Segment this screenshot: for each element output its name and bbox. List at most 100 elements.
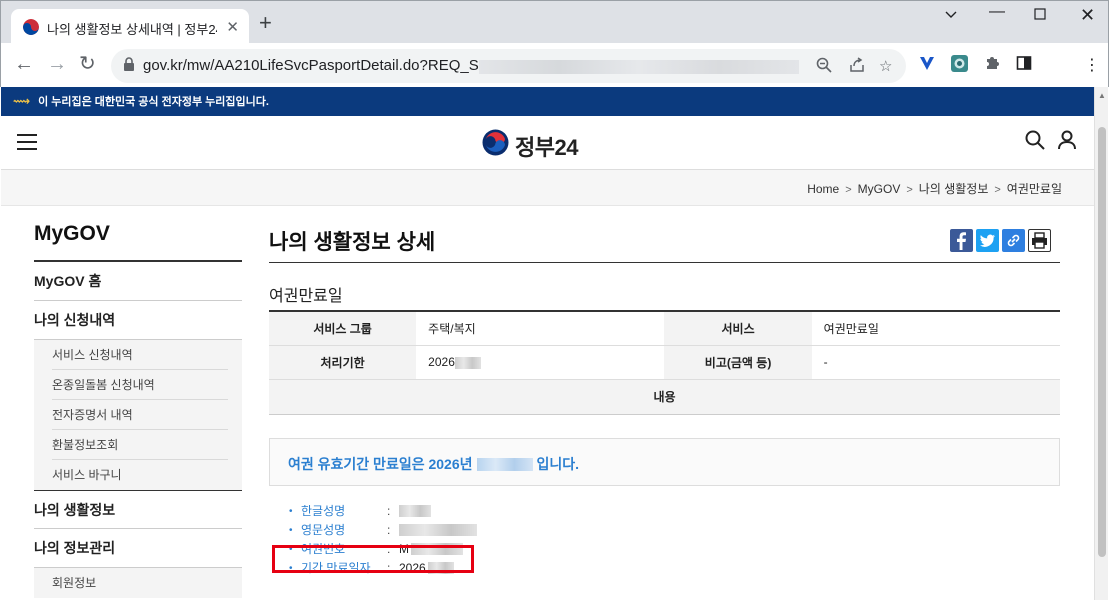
redacted-value <box>454 356 481 369</box>
url-text: gov.kr/mw/AA210LifeSvcPasportDetail.do?R… <box>143 57 510 74</box>
lock-icon[interactable] <box>123 57 135 77</box>
page-viewport: ⟿ 이 누리집은 대한민국 공식 전자정부 누리집입니다. 정부24 Home >… <box>1 87 1108 600</box>
content-header-cell: 내용 <box>269 379 1060 415</box>
extension-globe-icon[interactable] <box>951 55 968 77</box>
gov-official-banner: ⟿ 이 누리집은 대한민국 공식 전자정부 누리집입니다. <box>1 87 1108 116</box>
table-cell: - <box>811 345 1060 380</box>
browser-toolbar: ← → ↻ gov.kr/mw/AA210LifeSvcPasportDetai… <box>0 43 1109 87</box>
sidebar-subitem[interactable]: 서비스 바구니 <box>52 460 228 490</box>
main-content: 나의 생활정보 상세 여권만료일 서비스 그룹 주택/복지 서비스 여권만료일 … <box>269 212 1060 578</box>
tab-close-icon[interactable]: ✕ <box>226 18 239 36</box>
browser-menu-icon[interactable]: ⋮ <box>1084 55 1100 75</box>
redacted-url-part <box>479 60 799 74</box>
tab-search-chevron-icon[interactable] <box>945 6 957 24</box>
detail-colon: : <box>387 522 391 537</box>
sidebar-subitem[interactable]: 전자증명서 내역 <box>52 400 228 430</box>
redacted-value <box>399 524 477 537</box>
breadcrumb-chevron-icon: > <box>906 184 913 196</box>
breadcrumb-home[interactable]: Home <box>807 182 839 196</box>
breadcrumb-chevron-icon: > <box>845 184 852 196</box>
back-icon[interactable]: ← <box>14 52 34 76</box>
bookmark-star-icon[interactable]: ☆ <box>879 57 892 75</box>
sidebar-submenu-info-management: 회원정보 <box>34 568 242 598</box>
page-scrollbar[interactable]: ▲ <box>1094 87 1108 600</box>
forward-icon[interactable]: → <box>47 52 67 76</box>
scrollbar-thumb[interactable] <box>1098 127 1106 557</box>
notice-text-prefix: 여권 유효기간 만료일은 2026년 <box>288 455 473 472</box>
share-icon[interactable] <box>849 57 865 77</box>
sidebar-submenu-applications: 서비스 신청내역 온종일돌봄 신청내역 전자증명서 내역 환불정보조회 서비스 … <box>34 340 242 490</box>
detail-value <box>399 502 431 521</box>
gov-banner-text: 이 누리집은 대한민국 공식 전자정부 누리집입니다. <box>38 96 269 108</box>
detail-label: 영문성명 <box>301 522 346 537</box>
breadcrumb-bar: Home > MyGOV > 나의 생활정보 > 여권만료일 <box>1 170 1108 206</box>
bullet-icon: • <box>289 505 293 517</box>
breadcrumb-mygov[interactable]: MyGOV <box>858 182 901 196</box>
twitter-share-icon[interactable] <box>976 229 999 252</box>
redacted-value <box>399 505 431 518</box>
sidebar: MyGOV MyGOV 홈 나의 신청내역 서비스 신청내역 온종일돌봄 신청내… <box>34 212 242 598</box>
extensions-puzzle-icon[interactable] <box>984 55 1000 76</box>
search-icon[interactable] <box>1025 130 1045 155</box>
minimize-icon[interactable]: — <box>989 3 1005 21</box>
side-panel-icon[interactable] <box>1016 55 1032 76</box>
redacted-date <box>476 458 533 472</box>
reload-icon[interactable]: ↻ <box>79 52 96 76</box>
table-header-cell: 서비스 <box>664 311 812 346</box>
table-cell-deadline: 2026 <box>416 345 665 380</box>
sidebar-item-mygov-home[interactable]: MyGOV 홈 <box>34 262 242 301</box>
breadcrumb-life-info[interactable]: 나의 생활정보 <box>919 182 989 196</box>
window-close-icon[interactable]: ✕ <box>1080 5 1095 26</box>
table-row: 서비스 그룹 주택/복지 서비스 여권만료일 <box>269 311 1060 346</box>
breadcrumb-current[interactable]: 여권만료일 <box>1007 182 1062 196</box>
new-tab-icon[interactable]: + <box>259 12 272 34</box>
link-share-icon[interactable] <box>1002 229 1025 252</box>
menu-hamburger-icon[interactable] <box>17 134 37 155</box>
extension-v-icon[interactable] <box>919 55 935 76</box>
sidebar-item-life-info[interactable]: 나의 생활정보 <box>34 490 242 529</box>
user-icon[interactable] <box>1057 130 1077 155</box>
gov-mark-icon: ⟿ <box>13 94 31 108</box>
browser-tab[interactable]: 나의 생활정보 상세내역 | 정부24 ✕ <box>11 9 249 44</box>
maximize-icon[interactable] <box>1034 7 1046 25</box>
highlight-annotation-box <box>272 545 474 573</box>
expiry-notice: 여권 유효기간 만료일은 2026년 입니다. <box>269 437 1060 486</box>
scroll-up-icon[interactable]: ▲ <box>1098 91 1106 100</box>
table-cell: 주택/복지 <box>416 311 665 346</box>
sidebar-title: MyGOV <box>34 212 242 262</box>
sidebar-subitem[interactable]: 환불정보조회 <box>52 430 228 460</box>
table-cell: 여권만료일 <box>811 311 1060 346</box>
browser-tab-bar: 나의 생활정보 상세내역 | 정부24 ✕ + — ✕ <box>0 0 1109 44</box>
site-header: 정부24 <box>1 116 1108 170</box>
table-header-cell: 처리기한 <box>269 345 417 380</box>
taegeuk-logo-icon <box>482 129 509 156</box>
sidebar-item-info-management[interactable]: 나의 정보관리 <box>34 529 242 568</box>
detail-label: 한글성명 <box>301 503 346 518</box>
taegeuk-favicon-icon <box>23 19 39 35</box>
breadcrumb: Home > MyGOV > 나의 생활정보 > 여권만료일 <box>807 180 1062 197</box>
deadline-value: 2026 <box>428 355 455 369</box>
info-table: 서비스 그룹 주택/복지 서비스 여권만료일 처리기한 2026 비고(금액 등… <box>269 310 1060 415</box>
section-subtitle: 여권만료일 <box>269 288 343 305</box>
table-row: 처리기한 2026 비고(금액 등) - <box>269 345 1060 380</box>
list-item: • 영문성명 : <box>289 521 1060 540</box>
detail-colon: : <box>387 503 391 518</box>
table-header-cell: 서비스 그룹 <box>269 311 417 346</box>
facebook-share-icon[interactable] <box>950 229 973 252</box>
list-item: • 한글성명 : <box>289 502 1060 521</box>
page-title: 나의 생활정보 상세 <box>269 212 1060 263</box>
notice-text-suffix: 입니다. <box>536 455 580 472</box>
address-bar[interactable]: gov.kr/mw/AA210LifeSvcPasportDetail.do?R… <box>111 49 906 83</box>
bullet-icon: • <box>289 524 293 536</box>
sidebar-item-applications[interactable]: 나의 신청내역 <box>34 301 242 340</box>
sidebar-subitem[interactable]: 온종일돌봄 신청내역 <box>52 370 228 400</box>
detail-value <box>399 521 477 540</box>
print-icon[interactable] <box>1028 229 1051 252</box>
table-header-cell: 비고(금액 등) <box>664 345 812 380</box>
zoom-icon[interactable] <box>816 57 832 77</box>
sidebar-subitem[interactable]: 서비스 신청내역 <box>52 340 228 370</box>
tab-title: 나의 생활정보 상세내역 | 정부24 <box>47 22 217 37</box>
breadcrumb-chevron-icon: > <box>994 184 1001 196</box>
table-row: 내용 <box>269 379 1060 415</box>
sidebar-subitem[interactable]: 회원정보 <box>52 568 228 598</box>
